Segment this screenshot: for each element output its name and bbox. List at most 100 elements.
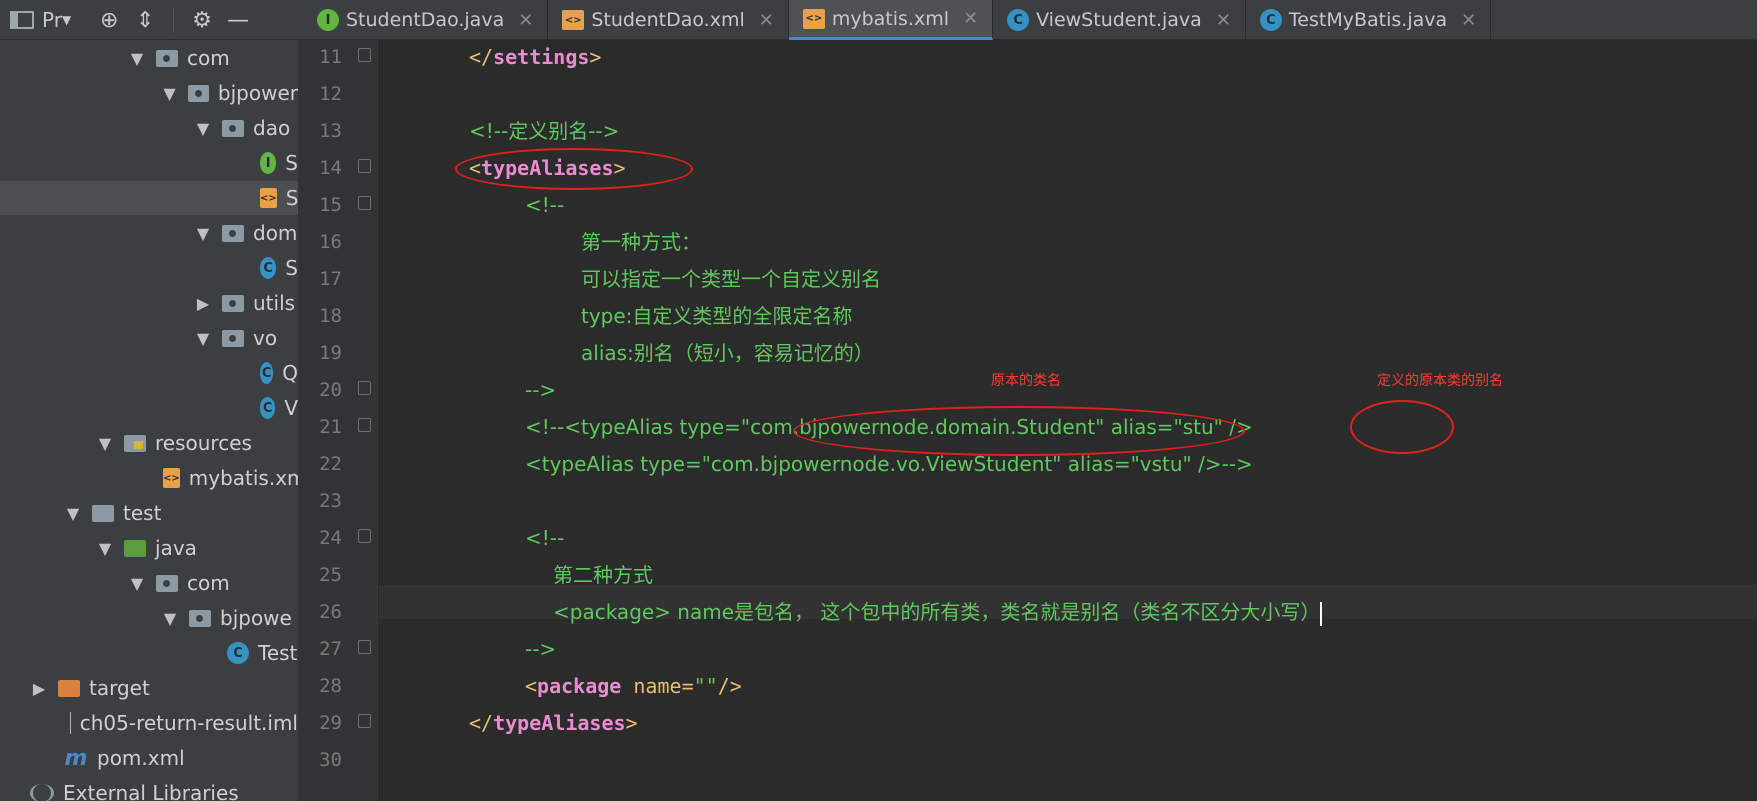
tab-studentdao-xml[interactable]: <> StudentDao.xml ✕ <box>548 0 789 40</box>
code-line-27: --> <box>525 637 557 661</box>
collapse-icon[interactable]: ⇕ <box>127 0 163 40</box>
line-number: 19 <box>319 342 342 364</box>
code-editor[interactable]: </settings> <!--定义别名--> <typeAliases> <!… <box>379 40 1757 801</box>
close-icon[interactable]: ✕ <box>518 10 533 31</box>
editor-tabs: I StudentDao.java ✕ <> StudentDao.xml ✕ … <box>303 0 1492 40</box>
tab-mybatis-xml[interactable]: <> mybatis.xml ✕ <box>788 0 994 40</box>
line-number: 26 <box>319 601 342 623</box>
expanded-arrow-icon[interactable]: ▼ <box>96 539 114 558</box>
line-number: 23 <box>319 490 342 512</box>
toolbar-divider <box>173 7 175 33</box>
expanded-arrow-icon[interactable]: ▼ <box>161 84 178 103</box>
code-line-17: 可以指定一个类型一个自定义别名 <box>581 267 881 291</box>
package-icon <box>222 294 244 312</box>
expanded-arrow-icon[interactable]: ▼ <box>128 574 146 593</box>
close-icon[interactable]: ✕ <box>963 8 978 29</box>
minimize-icon[interactable]: — <box>220 0 256 40</box>
tree-item-label: java <box>155 536 197 560</box>
editor-gutter: 11 12 13 14 15 16 17 18 19 20 21 22 23 2… <box>298 40 378 801</box>
class-icon: C <box>260 397 276 419</box>
xml-icon: <> <box>260 188 277 208</box>
project-icon[interactable] <box>10 11 34 29</box>
maven-icon: m <box>64 745 88 771</box>
line-number: 25 <box>319 564 342 586</box>
tree-item-iml[interactable]: ch05-return-result.iml <box>0 706 298 740</box>
fold-marker-icon[interactable] <box>358 159 371 173</box>
tree-item-bjpowernode[interactable]: ▼ bjpower <box>0 76 298 110</box>
fold-marker-icon[interactable] <box>358 529 371 543</box>
collapsed-arrow-icon[interactable]: ▶ <box>194 294 212 313</box>
tree-item-java[interactable]: ▼ java <box>0 531 298 565</box>
code-line-19: alias:别名（短小，容易记忆的） <box>581 341 874 365</box>
tree-item-student-class[interactable]: C S <box>0 251 298 285</box>
dropdown-arrow-icon[interactable]: ▼ <box>62 0 71 40</box>
line-number: 20 <box>319 379 342 401</box>
typealiases-close-tag: typeAliases <box>493 711 626 735</box>
gear-icon[interactable]: ⚙ <box>184 0 220 40</box>
fold-marker-icon[interactable] <box>358 196 371 210</box>
tree-item-studentdao-xml[interactable]: <> S <box>0 181 298 215</box>
expanded-arrow-icon[interactable]: ▼ <box>128 49 146 68</box>
close-icon[interactable]: ✕ <box>1461 10 1476 31</box>
expanded-arrow-icon[interactable]: ▼ <box>194 329 212 348</box>
tree-item-label: pom.xml <box>97 746 185 770</box>
expanded-arrow-icon[interactable]: ▼ <box>64 504 82 523</box>
expanded-arrow-icon[interactable]: ▼ <box>194 119 212 138</box>
tree-item-resources[interactable]: ▼ resources <box>0 426 298 460</box>
tree-item-dao[interactable]: ▼ dao <box>0 111 298 145</box>
tree-item-test-bjpowernode[interactable]: ▼ bjpowe <box>0 601 298 635</box>
excluded-folder-icon <box>58 679 80 697</box>
fold-marker-icon[interactable] <box>358 714 371 728</box>
fold-marker-icon[interactable] <box>358 381 371 395</box>
close-icon[interactable]: ✕ <box>1216 10 1231 31</box>
tree-item-label: com <box>187 46 230 70</box>
tab-studentdao-java[interactable]: I StudentDao.java ✕ <box>303 0 549 40</box>
tree-item-studentdao-java[interactable]: I S <box>0 146 298 180</box>
tree-item-label: S <box>285 151 298 175</box>
tree-item-label: ch05-return-result.iml <box>79 711 298 735</box>
tree-item-label: test <box>123 501 162 525</box>
tree-item-test[interactable]: ▼ test <box>0 496 298 530</box>
tree-item-vo[interactable]: ▼ vo <box>0 321 298 355</box>
annotation-alias: 定义的原本类的别名 <box>1377 373 1503 389</box>
class-icon: C <box>1259 9 1282 31</box>
settings-tag: settings <box>493 45 590 69</box>
expanded-arrow-icon[interactable]: ▼ <box>96 434 114 453</box>
tree-item-label: dom <box>253 221 298 245</box>
tree-item-label: Q <box>282 361 298 385</box>
fold-marker-icon[interactable] <box>358 48 371 62</box>
fold-marker-icon[interactable] <box>358 418 371 432</box>
line-number: 18 <box>319 305 342 327</box>
crosshair-icon[interactable]: ⊕ <box>91 0 127 40</box>
tree-item-domain[interactable]: ▼ dom <box>0 216 298 250</box>
expanded-arrow-icon[interactable]: ▼ <box>194 224 212 243</box>
tree-item-target[interactable]: ▶ target <box>0 671 298 705</box>
tree-item-external-libraries[interactable]: External Libraries <box>0 776 298 801</box>
tree-item-pom[interactable]: m pom.xml <box>0 741 298 775</box>
package-tag: package <box>537 674 622 698</box>
tree-item-label: V <box>284 396 298 420</box>
fold-marker-icon[interactable] <box>358 640 371 654</box>
line-number: 15 <box>319 194 342 216</box>
name-attribute-value: "" <box>693 674 718 698</box>
tree-item-utils[interactable]: ▶ utils <box>0 286 298 320</box>
tree-item-testmybatis[interactable]: C Test <box>0 636 298 670</box>
tab-label: StudentDao.java <box>346 9 505 31</box>
tree-item-test-com[interactable]: ▼ com <box>0 566 298 600</box>
class-icon: C <box>1007 9 1030 31</box>
class-icon: C <box>260 362 274 384</box>
project-view-selector[interactable]: Pr <box>42 8 62 32</box>
expanded-arrow-icon[interactable]: ▼ <box>161 609 179 628</box>
tab-testmybatis-java[interactable]: C TestMyBatis.java ✕ <box>1246 0 1492 40</box>
tree-item-mybatis-xml[interactable]: <> mybatis.xml <box>0 461 298 495</box>
tree-item-viewstudent-class[interactable]: C V <box>0 391 298 425</box>
code-line-15: <!-- <box>525 193 565 217</box>
tree-item-vo-class-1[interactable]: C Q <box>0 356 298 390</box>
collapsed-arrow-icon[interactable]: ▶ <box>30 679 48 698</box>
tree-item-label: vo <box>253 326 278 350</box>
close-icon[interactable]: ✕ <box>759 10 774 31</box>
tree-item-com[interactable]: ▼ com <box>0 41 298 75</box>
tab-viewstudent-java[interactable]: C ViewStudent.java ✕ <box>993 0 1246 40</box>
package-icon <box>222 224 244 242</box>
line-number: 27 <box>319 638 342 660</box>
